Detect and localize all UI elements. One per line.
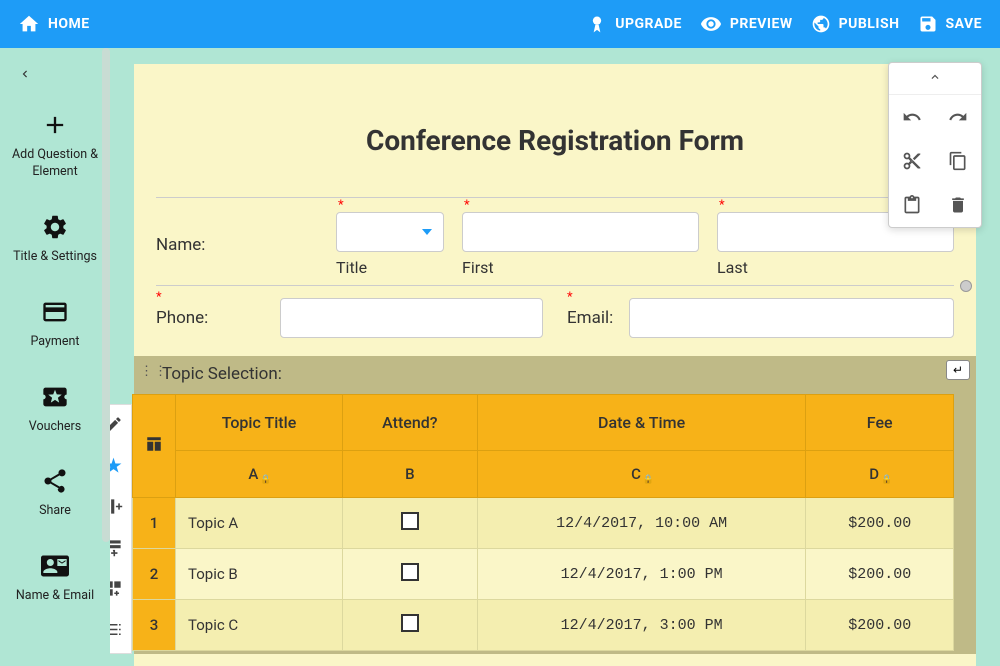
col-header-datetime[interactable]: Date & Time <box>477 395 806 451</box>
name-first-input[interactable] <box>462 212 699 252</box>
row-number[interactable]: 3 <box>133 600 176 651</box>
required-indicator: * <box>719 198 725 213</box>
checkbox[interactable] <box>401 563 419 581</box>
cell-fee[interactable]: $200.00 <box>806 498 954 549</box>
name-label: Name: <box>156 235 336 255</box>
sidebar-payment-label: Payment <box>30 334 79 351</box>
sidebar-add-question[interactable]: Add Question & Element <box>0 95 110 197</box>
add-column-icon[interactable] <box>110 497 123 520</box>
name-last-sublabel: Last <box>717 258 954 277</box>
topic-table: Topic Title Attend? Date & Time Fee A🔒 B… <box>132 394 954 651</box>
settings-list-icon[interactable] <box>110 620 123 643</box>
cell-title[interactable]: Topic A <box>176 498 343 549</box>
col-sub-c[interactable]: C🔒 <box>477 451 806 498</box>
table-toolbar <box>110 404 132 654</box>
publish-label: PUBLISH <box>839 16 900 32</box>
asterisk-icon[interactable] <box>110 456 123 479</box>
cell-title[interactable]: Topic B <box>176 549 343 600</box>
col-sub-a[interactable]: A🔒 <box>176 451 343 498</box>
lock-icon: 🔒 <box>881 475 892 485</box>
phone-input[interactable] <box>280 298 543 338</box>
sidebar: Add Question & Element Title & Settings … <box>0 48 110 666</box>
table-row: 2 Topic B 12/4/2017, 1:00 PM $200.00 <box>133 549 954 600</box>
sidebar-nameemail-label: Name & Email <box>16 588 94 605</box>
cut-button[interactable] <box>889 139 935 183</box>
form-title: Conference Registration Form <box>156 124 954 157</box>
cell-attend[interactable] <box>342 498 477 549</box>
required-indicator: * <box>567 290 573 305</box>
name-row: Name: * Title * First * L <box>156 197 954 277</box>
home-button[interactable]: HOME <box>18 13 90 35</box>
add-table-icon[interactable] <box>110 579 123 602</box>
form-card: Conference Registration Form Name: * Tit… <box>134 64 976 666</box>
cell-attend[interactable] <box>342 600 477 651</box>
add-row-icon[interactable] <box>110 538 123 561</box>
floating-toolbar <box>888 62 982 228</box>
sidebar-payment[interactable]: Payment <box>0 282 110 367</box>
home-label: HOME <box>48 16 90 32</box>
cell-fee[interactable]: $200.00 <box>806 600 954 651</box>
preview-button[interactable]: PREVIEW <box>700 13 793 35</box>
sidebar-share-label: Share <box>39 503 71 520</box>
upgrade-button[interactable]: UPGRADE <box>587 14 682 34</box>
save-label: SAVE <box>946 16 983 32</box>
enter-icon[interactable]: ↵ <box>946 360 970 380</box>
phone-label: Phone: <box>156 308 268 328</box>
name-title-select[interactable] <box>336 212 444 252</box>
drag-handle-icon[interactable]: ⋮⋮ <box>140 364 168 379</box>
row-number[interactable]: 2 <box>133 549 176 600</box>
lock-icon: 🔒 <box>260 475 271 485</box>
cell-title[interactable]: Topic C <box>176 600 343 651</box>
undo-button[interactable] <box>889 95 935 139</box>
sidebar-vouchers-label: Vouchers <box>29 419 81 436</box>
table-row: 1 Topic A 12/4/2017, 10:00 AM $200.00 <box>133 498 954 549</box>
topic-section: ⋮⋮ ↵ Topic Selection: <box>134 356 976 654</box>
table-row: 3 Topic C 12/4/2017, 3:00 PM $200.00 <box>133 600 954 651</box>
paste-button[interactable] <box>889 183 935 227</box>
cell-attend[interactable] <box>342 549 477 600</box>
checkbox[interactable] <box>401 512 419 530</box>
collapse-button[interactable] <box>889 63 981 95</box>
required-indicator: * <box>156 290 162 305</box>
edit-icon[interactable] <box>110 415 123 438</box>
topic-label: Topic Selection: <box>162 364 954 384</box>
name-first-sublabel: First <box>462 258 699 277</box>
name-title-sublabel: Title <box>336 258 444 277</box>
col-header-fee[interactable]: Fee <box>806 395 954 451</box>
col-sub-b[interactable]: B <box>342 451 477 498</box>
header: HOME UPGRADE PREVIEW PUBLISH SAVE <box>0 0 1000 48</box>
back-button[interactable] <box>0 56 110 95</box>
cell-datetime[interactable]: 12/4/2017, 3:00 PM <box>477 600 806 651</box>
sidebar-name-email[interactable]: Name & Email <box>0 536 110 621</box>
upgrade-label: UPGRADE <box>615 16 682 32</box>
publish-button[interactable]: PUBLISH <box>811 14 900 34</box>
sidebar-vouchers[interactable]: Vouchers <box>0 367 110 452</box>
delete-button[interactable] <box>935 183 981 227</box>
sidebar-add-label: Add Question & Element <box>4 147 106 181</box>
cell-datetime[interactable]: 12/4/2017, 1:00 PM <box>477 549 806 600</box>
sidebar-scrollbar[interactable] <box>102 48 110 542</box>
email-input[interactable] <box>629 298 954 338</box>
sidebar-settings-label: Title & Settings <box>13 249 97 266</box>
sidebar-title-settings[interactable]: Title & Settings <box>0 197 110 282</box>
col-header-title[interactable]: Topic Title <box>176 395 343 451</box>
redo-button[interactable] <box>935 95 981 139</box>
copy-button[interactable] <box>935 139 981 183</box>
email-label: Email: <box>567 308 617 328</box>
row-number[interactable]: 1 <box>133 498 176 549</box>
col-sub-d[interactable]: D🔒 <box>806 451 954 498</box>
sidebar-share[interactable]: Share <box>0 451 110 536</box>
checkbox[interactable] <box>401 614 419 632</box>
required-indicator: * <box>338 198 344 213</box>
required-indicator: * <box>464 198 470 213</box>
table-corner <box>133 395 176 498</box>
cell-datetime[interactable]: 12/4/2017, 10:00 AM <box>477 498 806 549</box>
preview-label: PREVIEW <box>730 16 793 32</box>
lock-icon: 🔒 <box>643 475 654 485</box>
resize-handle[interactable] <box>960 280 972 292</box>
save-button[interactable]: SAVE <box>918 14 983 34</box>
cell-fee[interactable]: $200.00 <box>806 549 954 600</box>
col-header-attend[interactable]: Attend? <box>342 395 477 451</box>
